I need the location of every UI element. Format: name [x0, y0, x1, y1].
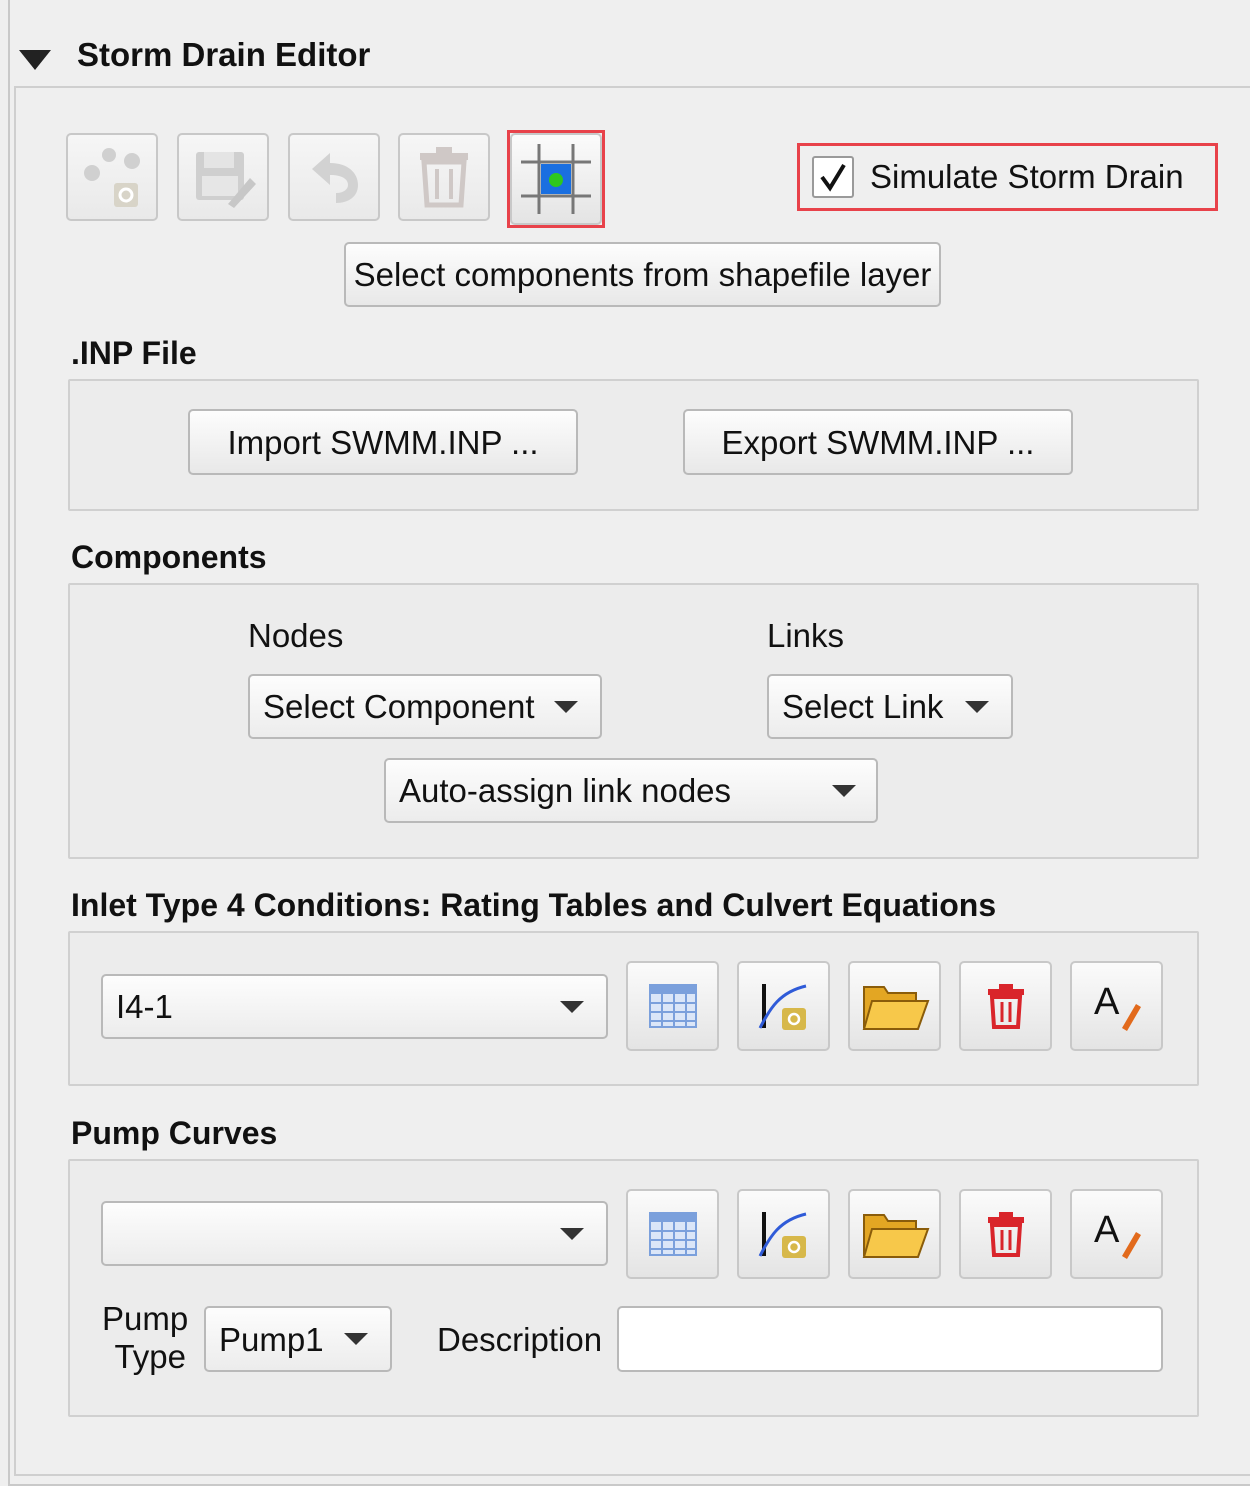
inlet-rename-button[interactable]: A	[1070, 961, 1163, 1051]
save-edits-button[interactable]	[177, 133, 269, 221]
delete-feature-button[interactable]	[398, 133, 490, 221]
inlet-show-table-button[interactable]	[626, 961, 719, 1051]
table-icon	[648, 984, 697, 1028]
inlet-add-curve-button[interactable]	[737, 961, 830, 1051]
checkbox-box[interactable]	[812, 156, 854, 198]
nodes-select-value: Select Component	[263, 688, 535, 725]
description-label: Description	[437, 1321, 603, 1358]
pump-show-table-button[interactable]	[626, 1189, 719, 1279]
pump-open-file-button[interactable]	[848, 1189, 941, 1279]
chevron-down-icon	[832, 784, 856, 797]
inlet-type4-select[interactable]: I4-1	[101, 974, 608, 1039]
checkmark-icon	[820, 163, 846, 192]
inlet-delete-button[interactable]	[959, 961, 1052, 1051]
import-swmm-button[interactable]: Import SWMM.INP ...	[188, 409, 578, 475]
folder-open-icon	[862, 1214, 929, 1258]
inlet-type4-select-value: I4-1	[116, 988, 173, 1025]
pump-delete-button[interactable]	[959, 1189, 1052, 1279]
pump-curves-heading: Pump Curves	[71, 1115, 278, 1151]
inp-file-heading: .INP File	[71, 335, 197, 371]
select-on-grid-button[interactable]	[510, 133, 602, 225]
schematize-nodes-button[interactable]	[66, 133, 158, 221]
export-swmm-button[interactable]: Export SWMM.INP ...	[683, 409, 1073, 475]
svg-text:A: A	[1094, 1209, 1120, 1251]
nodes-select[interactable]: Select Component	[248, 674, 602, 739]
inlet-open-file-button[interactable]	[848, 961, 941, 1051]
curve-add-icon	[758, 984, 806, 1030]
rename-icon: A	[1094, 981, 1141, 1031]
description-field[interactable]	[617, 1306, 1163, 1372]
links-select-value: Select Link	[782, 688, 944, 725]
pump-type-label-line1: Pump	[102, 1300, 189, 1337]
chevron-down-icon	[560, 1000, 584, 1013]
curve-add-icon	[758, 1212, 806, 1258]
table-icon	[648, 1212, 697, 1256]
chevron-down-icon	[560, 1227, 584, 1240]
undo-button[interactable]	[288, 133, 380, 221]
pump-add-curve-button[interactable]	[737, 1189, 830, 1279]
pump-rename-button[interactable]: A	[1070, 1189, 1163, 1279]
save-edit-icon	[196, 152, 256, 208]
simulate-storm-drain-checkbox[interactable]: Simulate Storm Drain	[812, 156, 1184, 198]
auto-assign-select[interactable]: Auto-assign link nodes	[384, 758, 878, 823]
grid-select-icon	[521, 144, 591, 214]
chevron-down-icon	[554, 700, 578, 713]
pump-type-select-value: Pump1	[219, 1320, 324, 1358]
svg-text:A: A	[1094, 981, 1120, 1023]
pump-type-label-line2: Type	[114, 1338, 186, 1375]
simulate-storm-drain-label: Simulate Storm Drain	[870, 158, 1184, 195]
triangle-down-icon[interactable]	[19, 50, 51, 70]
undo-icon	[312, 153, 358, 203]
pump-type-label: Pump Type	[102, 1300, 189, 1376]
components-heading: Components	[71, 539, 267, 575]
chevron-down-icon	[965, 700, 989, 713]
chevron-down-icon	[344, 1333, 368, 1345]
nodes-label: Nodes	[248, 617, 344, 654]
links-label: Links	[767, 617, 845, 654]
pump-type-select[interactable]: Pump1	[204, 1306, 392, 1372]
inlet-type4-heading: Inlet Type 4 Conditions: Rating Tables a…	[71, 887, 997, 923]
trash-icon	[420, 147, 468, 208]
rename-icon: A	[1094, 1209, 1141, 1259]
panel-title: Storm Drain Editor	[77, 36, 371, 73]
links-select[interactable]: Select Link	[767, 674, 1013, 739]
nodes-gear-icon	[84, 148, 140, 207]
pump-curve-select[interactable]	[101, 1201, 608, 1266]
delete-icon	[987, 1212, 1024, 1257]
folder-open-icon	[862, 986, 929, 1030]
auto-assign-select-value: Auto-assign link nodes	[399, 772, 732, 809]
delete-icon	[987, 984, 1024, 1029]
select-components-button[interactable]: Select components from shapefile layer	[344, 242, 941, 307]
